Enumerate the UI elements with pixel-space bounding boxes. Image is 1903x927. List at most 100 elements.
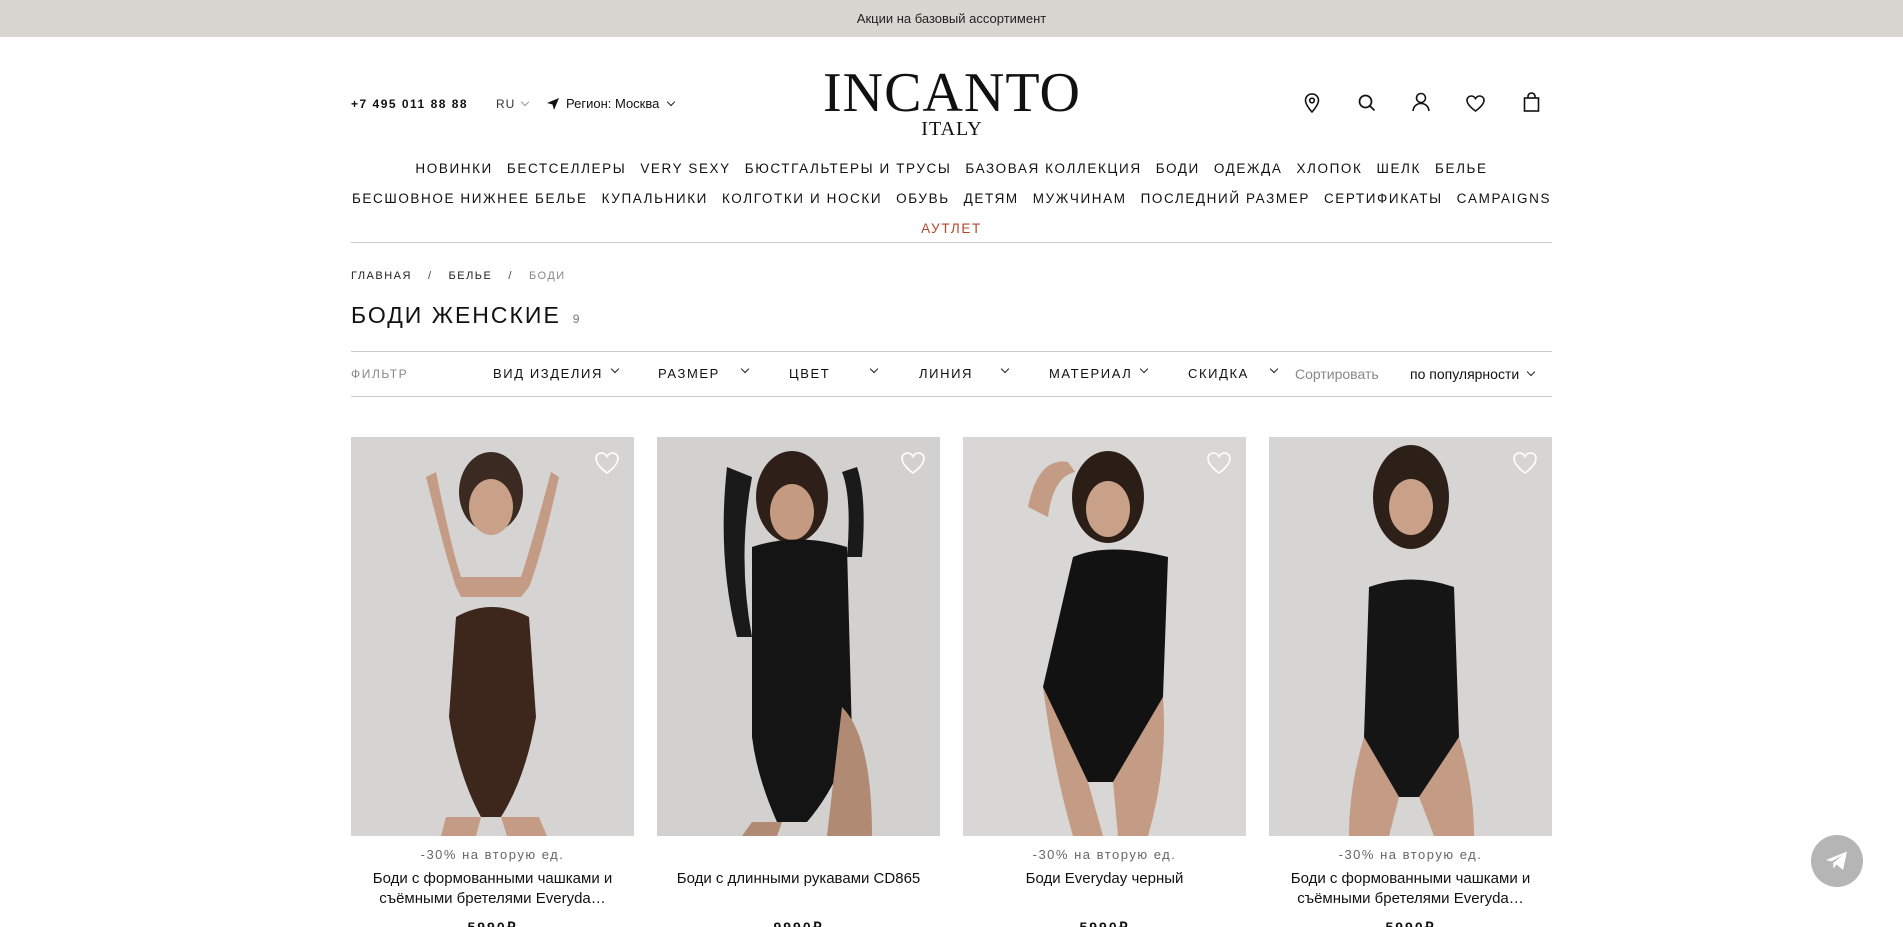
nav-item[interactable]: БЕСТСЕЛЛЕРЫ — [500, 161, 633, 176]
location-pin-icon[interactable] — [1299, 90, 1325, 116]
product-image[interactable] — [657, 437, 940, 836]
telegram-icon — [1826, 851, 1847, 870]
nav-item[interactable]: VERY SEXY — [633, 161, 737, 176]
nav-item[interactable]: БОДИ — [1149, 161, 1207, 176]
heart-icon[interactable] — [594, 451, 620, 475]
nav-row: БЕСШОВНОЕ НИЖНЕЕ БЕЛЬЕ КУПАЛЬНИКИ КОЛГОТКИ… — [351, 183, 1552, 213]
user-icon[interactable] — [1408, 89, 1434, 115]
nav-row: АУТЛЕТ — [351, 213, 1552, 243]
breadcrumb: ГЛАВНАЯ / БЕЛЬЕ / БОДИ — [351, 270, 566, 282]
search-icon[interactable] — [1354, 90, 1380, 116]
nav-item[interactable]: БЮСТГАЛЬТЕРЫ И ТРУСЫ — [738, 161, 959, 176]
breadcrumb-home[interactable]: ГЛАВНАЯ — [351, 270, 412, 282]
product-image[interactable] — [963, 437, 1246, 836]
language-label: RU — [496, 97, 516, 111]
product-photo — [351, 437, 634, 836]
sort-dropdown[interactable]: по популярности — [1410, 366, 1536, 382]
heart-icon[interactable] — [1512, 451, 1538, 475]
product-promo: -30% на вторую ед. — [1338, 847, 1483, 862]
breadcrumb-parent[interactable]: БЕЛЬЕ — [449, 270, 493, 282]
header-divider — [351, 242, 1552, 243]
chevron-down-icon — [1139, 364, 1149, 374]
product-card[interactable]: -30% на вторую ед. Боди с формованными ч… — [1269, 437, 1552, 927]
filter-discount-label: СКИДКА — [1188, 366, 1249, 381]
product-price: 9990₽ — [773, 919, 824, 927]
nav-item[interactable]: CAMPAIGNS — [1450, 191, 1558, 206]
product-name[interactable]: Боди с формованными чашками и съёмными б… — [1269, 869, 1552, 909]
product-photo — [963, 437, 1246, 836]
heart-icon[interactable] — [1206, 451, 1232, 475]
header: +7 495 011 88 88 RU Регион: Москва INCAN… — [0, 37, 1903, 242]
chevron-down-icon — [667, 97, 676, 106]
page-title-text: БОДИ ЖЕНСКИЕ — [351, 302, 561, 328]
promo-bar[interactable]: Акции на базовый ассортимент — [0, 0, 1903, 37]
nav-item[interactable]: БЕСШОВНОЕ НИЖНЕЕ БЕЛЬЕ — [345, 191, 595, 206]
filter-color-label: ЦВЕТ — [789, 366, 831, 381]
telegram-chat-button[interactable] — [1811, 835, 1863, 887]
filter-size-label: РАЗМЕР — [658, 366, 720, 381]
product-promo: -30% на вторую ед. — [1032, 847, 1177, 862]
product-price: 5990₽ — [467, 919, 518, 927]
sort-label: Сортировать — [1295, 366, 1379, 382]
region-label: Регион: Москва — [566, 96, 660, 111]
chevron-down-icon — [869, 364, 879, 374]
product-card[interactable]: Боди с длинными рукавами CD865 9990₽ — [657, 437, 940, 927]
product-card[interactable]: -30% на вторую ед. Боди с формованными ч… — [351, 437, 634, 927]
chevron-down-icon — [1000, 364, 1010, 374]
product-image[interactable] — [351, 437, 634, 836]
filter-material-label: МАТЕРИАЛ — [1049, 366, 1133, 381]
nav-item[interactable]: ДЕТЯМ — [957, 191, 1026, 206]
promo-bar-text[interactable]: Акции на базовый ассортимент — [857, 11, 1046, 26]
filter-discount[interactable]: СКИДКА — [1188, 364, 1279, 381]
product-name[interactable]: Боди с длинными рукавами CD865 — [657, 869, 940, 889]
product-price: 5990₽ — [1079, 919, 1130, 927]
nav-item[interactable]: ПОСЛЕДНИЙ РАЗМЕР — [1134, 191, 1317, 206]
navigation-arrow-icon — [547, 97, 559, 110]
main-nav: НОВИНКИ БЕСТСЕЛЛЕРЫ VERY SEXY БЮСТГАЛЬТЕРЫ … — [351, 153, 1552, 243]
product-name[interactable]: Боди Everyday черный — [963, 869, 1246, 889]
filter-type[interactable]: ВИД ИЗДЕЛИЯ — [493, 364, 620, 381]
sort-value: по популярности — [1410, 366, 1520, 382]
product-card[interactable]: -30% на вторую ед. Боди Everyday черный … — [963, 437, 1246, 927]
filter-line-label: ЛИНИЯ — [919, 366, 973, 381]
product-photo — [1269, 437, 1552, 836]
filter-size[interactable]: РАЗМЕР — [658, 364, 750, 381]
filter-type-label: ВИД ИЗДЕЛИЯ — [493, 366, 603, 381]
product-name[interactable]: Боди с формованными чашками и съёмными б… — [351, 869, 634, 909]
nav-item[interactable]: БЕЛЬЕ — [1428, 161, 1495, 176]
nav-item[interactable]: ШЕЛК — [1369, 161, 1428, 176]
nav-item[interactable]: МУЖЧИНАМ — [1026, 191, 1134, 206]
chevron-down-icon — [740, 364, 750, 374]
nav-item[interactable]: НОВИНКИ — [408, 161, 499, 176]
site-logo[interactable]: INCANTO ITALY — [820, 65, 1084, 139]
nav-item[interactable]: КОЛГОТКИ И НОСКИ — [715, 191, 889, 206]
breadcrumb-separator: / — [427, 270, 433, 282]
chevron-down-icon — [610, 364, 620, 374]
product-image[interactable] — [1269, 437, 1552, 836]
product-promo: -30% на вторую ед. — [420, 847, 565, 862]
nav-item[interactable]: БАЗОВАЯ КОЛЛЕКЦИЯ — [958, 161, 1148, 176]
filter-line[interactable]: ЛИНИЯ — [919, 364, 1010, 381]
nav-item[interactable]: СЕРТИФИКАТЫ — [1317, 191, 1450, 206]
chevron-down-icon — [1269, 364, 1279, 374]
product-count: 9 — [572, 312, 581, 326]
nav-item[interactable]: АУТЛЕТ — [914, 221, 989, 236]
nav-item[interactable]: КУПАЛЬНИКИ — [595, 191, 715, 206]
chevron-down-icon — [521, 97, 530, 107]
filter-label: ФИЛЬТР — [351, 367, 409, 381]
filter-material[interactable]: МАТЕРИАЛ — [1049, 364, 1149, 381]
logo-text: INCANTO — [823, 62, 1081, 124]
nav-item[interactable]: ОБУВЬ — [889, 191, 957, 206]
heart-icon[interactable] — [900, 451, 926, 475]
filter-color[interactable]: ЦВЕТ — [789, 364, 879, 381]
heart-icon[interactable] — [1462, 90, 1488, 116]
nav-row: НОВИНКИ БЕСТСЕЛЛЕРЫ VERY SEXY БЮСТГАЛЬТЕРЫ … — [351, 153, 1552, 183]
nav-item[interactable]: ОДЕЖДА — [1207, 161, 1290, 176]
nav-item[interactable]: ХЛОПОК — [1289, 161, 1369, 176]
breadcrumb-separator: / — [508, 270, 513, 282]
region-selector[interactable]: Регион: Москва — [546, 96, 676, 111]
product-price: 5990₽ — [1385, 919, 1436, 927]
shopping-bag-icon[interactable] — [1518, 89, 1544, 115]
language-selector[interactable]: RU — [496, 97, 530, 111]
phone-link[interactable]: +7 495 011 88 88 — [351, 97, 468, 111]
